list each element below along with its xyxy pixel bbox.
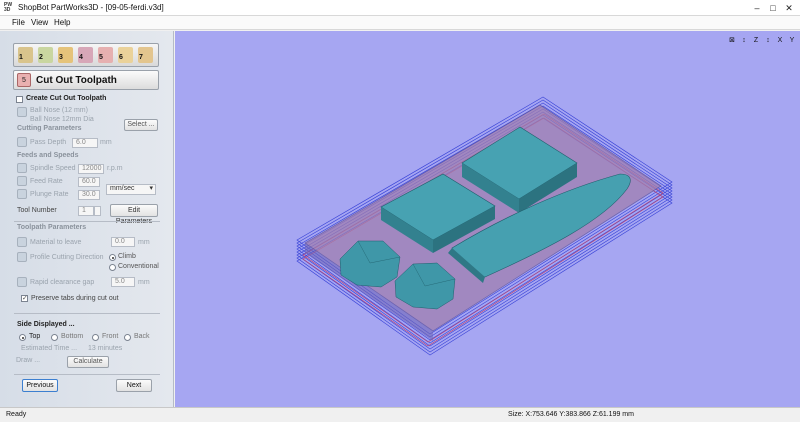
spindle-speed-label: Spindle Speed xyxy=(30,165,76,172)
side-bottom-radio[interactable] xyxy=(51,334,58,341)
toolpath-4-icon[interactable]: 4 xyxy=(78,47,93,63)
select-tool-button[interactable]: Select ... xyxy=(124,119,158,131)
tool-description: Ball Nose 12mm Dia xyxy=(30,116,94,123)
side-back-radio[interactable] xyxy=(124,334,131,341)
material-leave-label: Material to leave xyxy=(30,239,82,246)
spindle-speed-unit: r.p.m xyxy=(107,165,123,172)
toolpath-7-icon[interactable]: 7 xyxy=(138,47,153,63)
rate-unit-select[interactable]: mm/sec ▾ xyxy=(106,184,156,195)
side-front-label: Front xyxy=(102,333,119,340)
window-title: ShopBot PartWorks3D - [09-05-ferdi.v3d] xyxy=(18,3,164,12)
preserve-tabs-checkbox[interactable] xyxy=(21,294,28,302)
app-logo-icon: PW 3D xyxy=(4,2,13,13)
pass-depth-label: Pass Depth xyxy=(30,139,67,146)
feed-rate-icon xyxy=(17,176,27,186)
minimize-button[interactable]: – xyxy=(750,2,764,14)
profile-direction-icon xyxy=(17,252,27,262)
toolpath-1-icon[interactable]: 1 xyxy=(18,47,33,63)
rapid-gap-unit: mm xyxy=(138,279,150,286)
plunge-rate-input[interactable]: 30.0 xyxy=(78,190,100,200)
spindle-speed-icon xyxy=(17,163,27,173)
panel-title: Cut Out Toolpath xyxy=(36,75,117,86)
estimated-time-value: 13 minutes xyxy=(88,345,123,352)
toolpath-parameters-heading: Toolpath Parameters xyxy=(17,224,87,231)
status-bar: Ready Size: X:753.646 Y:383.866 Z:61.199… xyxy=(0,407,800,422)
plunge-rate-icon xyxy=(17,189,27,199)
plunge-rate-label: Plunge Rate xyxy=(30,191,69,198)
next-button[interactable]: Next xyxy=(116,379,152,392)
flip-view-icon[interactable]: ↕ xyxy=(763,35,773,46)
cut-out-toolpath-icon: 5 xyxy=(17,73,31,87)
cutting-parameters-heading: Cutting Parameters xyxy=(17,125,82,132)
side-top-radio[interactable] xyxy=(19,334,26,341)
edit-parameters-button[interactable]: Edit Parameters xyxy=(110,204,158,225)
tool-number-stepper[interactable] xyxy=(94,206,101,216)
side-top-label: Top xyxy=(29,333,41,340)
feed-rate-label: Feed Rate xyxy=(30,178,63,185)
tool-number-label: Tool Number xyxy=(17,207,57,214)
x-view-icon[interactable]: X xyxy=(775,35,785,46)
chevron-down-icon: ▾ xyxy=(149,185,153,192)
menu-bar: File View Help xyxy=(0,16,800,30)
feed-rate-input[interactable]: 60.0 xyxy=(78,177,100,187)
toolpath-6-icon[interactable]: 6 xyxy=(118,47,133,63)
section-divider xyxy=(14,313,160,314)
preserve-tabs-label: Preserve tabs during cut out xyxy=(31,295,119,302)
material-leave-icon xyxy=(17,237,27,247)
rapid-clearance-icon xyxy=(17,277,27,287)
tool-name: Ball Nose (12 mm) xyxy=(30,107,88,114)
tool-number-input[interactable]: 1 xyxy=(78,206,94,216)
pass-depth-unit: mm xyxy=(100,139,112,146)
conventional-radio[interactable] xyxy=(109,264,116,271)
side-bottom-label: Bottom xyxy=(61,333,84,340)
material-leave-input[interactable]: 0.0 xyxy=(111,237,135,247)
profile-direction-label: Profile Cutting Direction xyxy=(30,254,104,261)
maximize-button[interactable]: □ xyxy=(766,2,780,14)
status-size: Size: X:753.646 Y:383.866 Z:61.199 mm xyxy=(508,411,634,418)
section-divider xyxy=(14,221,160,222)
close-button[interactable]: ✕ xyxy=(782,2,796,14)
status-ready: Ready xyxy=(6,411,27,418)
side-back-label: Back xyxy=(134,333,150,340)
toolpath-3-icon[interactable]: 3 xyxy=(58,47,73,63)
zoom-fit-icon[interactable]: ⊠ xyxy=(727,35,737,46)
rate-unit-value: mm/sec xyxy=(110,185,135,192)
climb-label: Climb xyxy=(118,253,136,260)
conventional-label: Conventional xyxy=(118,263,159,270)
pass-depth-input[interactable]: 6.0 xyxy=(72,138,98,148)
menu-help[interactable]: Help xyxy=(54,18,70,27)
y-view-icon[interactable]: Y xyxy=(787,35,797,46)
iso-view-icon[interactable]: ↕ xyxy=(739,35,749,46)
rapid-gap-input[interactable]: 5.0 xyxy=(111,277,135,287)
create-cut-out-checkbox[interactable] xyxy=(16,96,23,103)
section-divider xyxy=(14,374,160,375)
previous-button[interactable]: Previous xyxy=(22,379,58,392)
menu-view[interactable]: View xyxy=(31,18,48,27)
toolpath-3d-render xyxy=(296,96,673,356)
pass-depth-icon xyxy=(17,137,27,147)
create-cut-out-label: Create Cut Out Toolpath xyxy=(26,95,107,102)
toolpath-5-icon[interactable]: 5 xyxy=(98,47,113,63)
ball-nose-tool-icon xyxy=(17,107,27,117)
cut-out-toolpath-header: 5 Cut Out Toolpath xyxy=(13,70,159,90)
feeds-speeds-heading: Feeds and Speeds xyxy=(17,152,79,159)
rapid-gap-label: Rapid clearance gap xyxy=(30,279,95,286)
spindle-speed-input[interactable]: 12000 xyxy=(78,164,104,174)
estimated-time-label: Estimated Time ... xyxy=(21,345,78,352)
menu-file[interactable]: File xyxy=(12,18,25,27)
calculate-button[interactable]: Calculate xyxy=(67,356,109,368)
toolpath-panel: 1 2 3 4 5 6 7 5 Cut Out Toolpath Create … xyxy=(0,31,174,407)
z-view-icon[interactable]: Z xyxy=(751,35,761,46)
climb-radio[interactable] xyxy=(109,254,116,261)
title-bar: PW 3D ShopBot PartWorks3D - [09-05-ferdi… xyxy=(0,0,800,16)
material-leave-unit: mm xyxy=(138,239,150,246)
3d-viewport[interactable]: ⊠ ↕ Z ↕ X Y xyxy=(175,31,800,407)
toolpath-toolbar: 1 2 3 4 5 6 7 xyxy=(13,43,159,67)
side-front-radio[interactable] xyxy=(92,334,99,341)
toolpath-2-icon[interactable]: 2 xyxy=(38,47,53,63)
draw-label: Draw ... xyxy=(16,357,41,364)
side-displayed-heading: Side Displayed ... xyxy=(17,321,75,328)
view-toolbar: ⊠ ↕ Z ↕ X Y xyxy=(727,35,797,47)
